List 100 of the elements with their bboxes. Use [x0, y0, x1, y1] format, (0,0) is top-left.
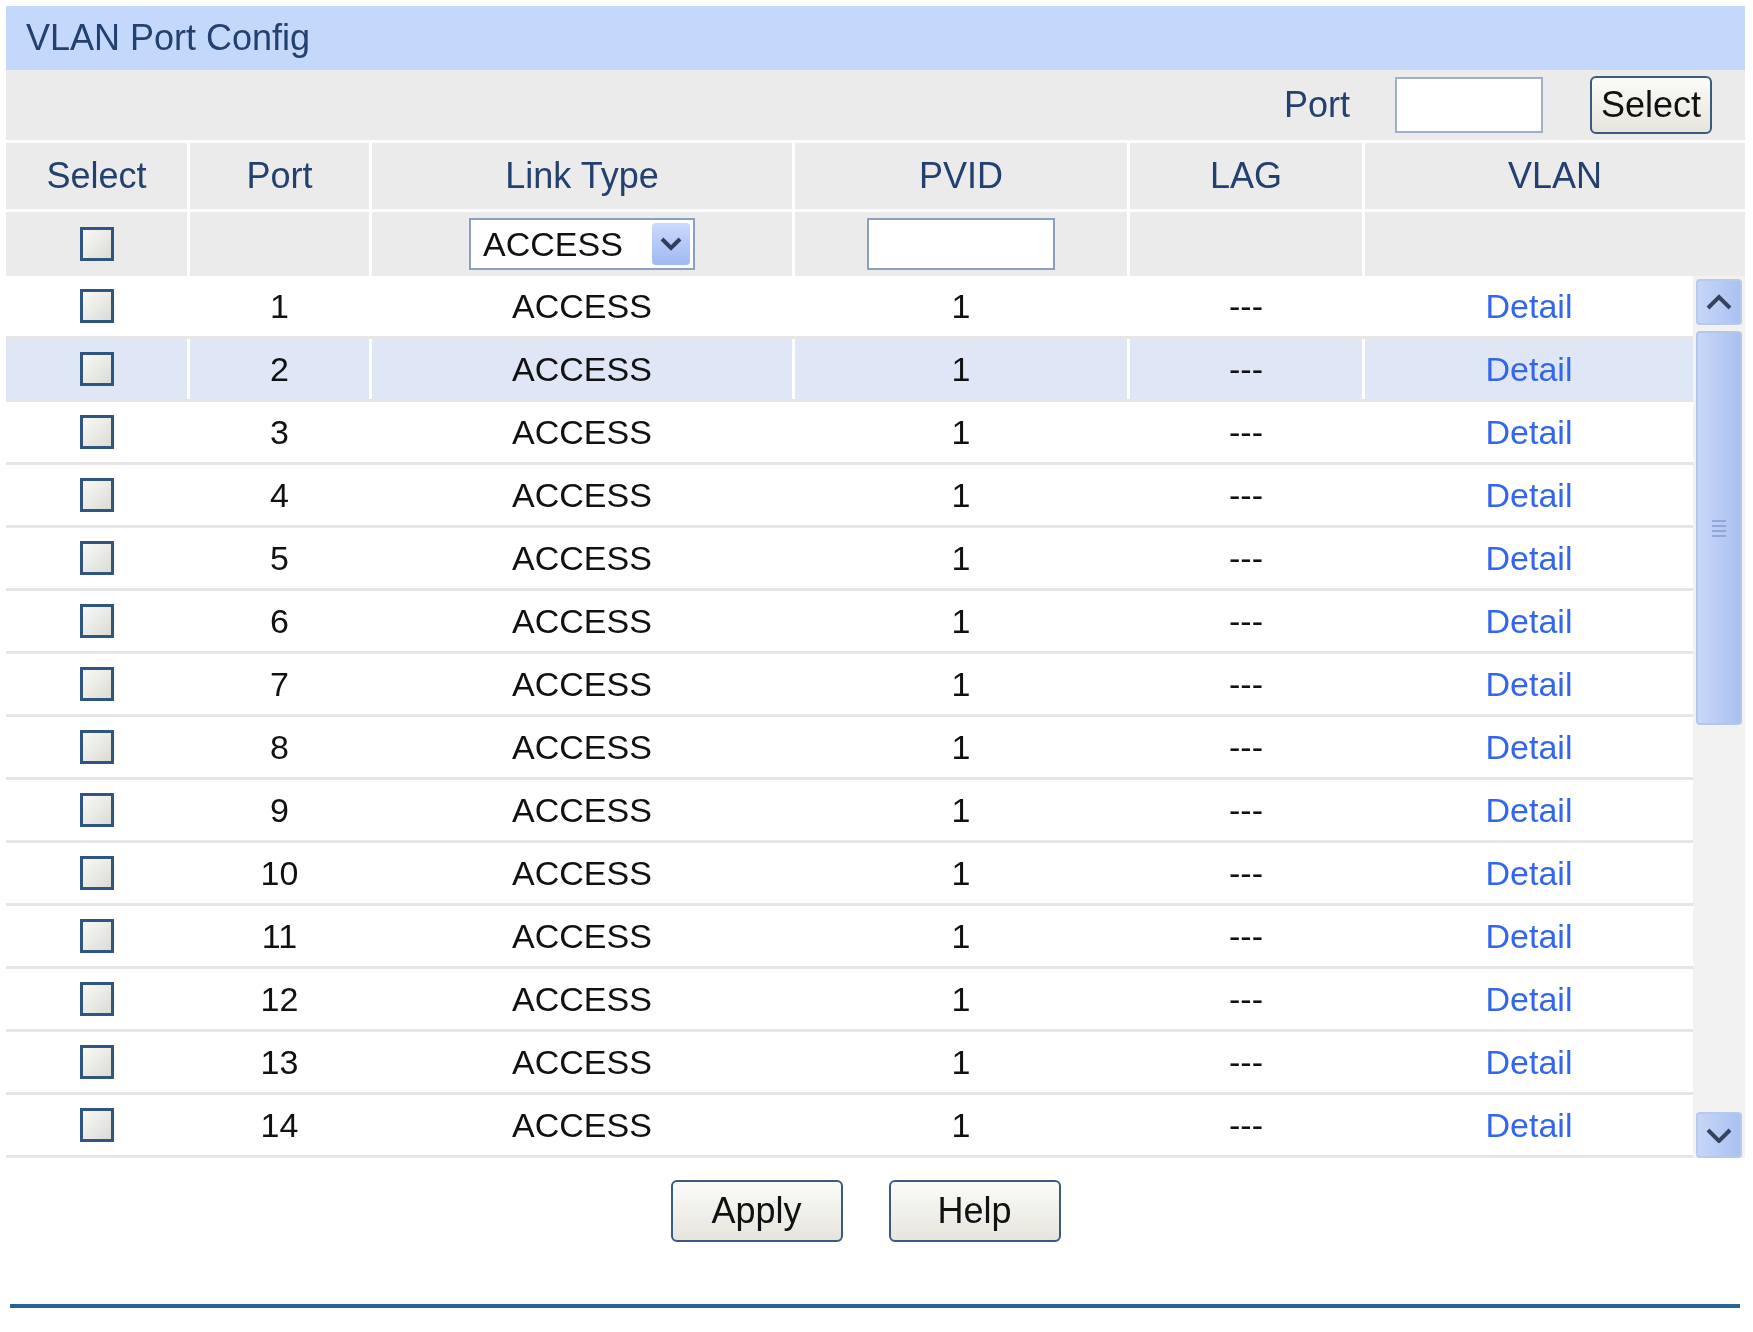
column-header: VLAN [1506, 154, 1603, 198]
link-type-text: ACCESS [512, 853, 652, 893]
select-button[interactable]: Select [1590, 76, 1712, 134]
pvid-text: 1 [951, 349, 971, 389]
scroll-down-button[interactable] [1696, 1112, 1742, 1158]
pvid-text: 1 [951, 979, 971, 1019]
detail-link[interactable]: Detail [1485, 349, 1573, 389]
detail-link[interactable]: Detail [1485, 601, 1573, 641]
port-label: Port [1283, 84, 1350, 126]
link-type-text: ACCESS [512, 1105, 652, 1145]
chevron-down-icon [1706, 1127, 1732, 1143]
lag-text: --- [1229, 349, 1263, 389]
link-type-text: ACCESS [512, 727, 652, 767]
pvid-text: 1 [951, 1105, 971, 1145]
link-type-text: ACCESS [512, 979, 652, 1019]
link-type-text: ACCESS [512, 475, 652, 515]
pvid-text: 1 [951, 727, 971, 767]
detail-link[interactable]: Detail [1485, 475, 1573, 515]
lag-text: --- [1229, 1042, 1263, 1082]
lag-text: --- [1229, 1105, 1263, 1145]
action-button[interactable]: Help [888, 1180, 1061, 1242]
column-header: Link Type [372, 143, 795, 209]
pvid-text: 1 [951, 412, 971, 452]
detail-link[interactable]: Detail [1485, 916, 1573, 956]
link-type-text: ACCESS [512, 790, 652, 830]
action-button[interactable]: Apply [670, 1180, 843, 1242]
pvid-text: 1 [951, 1042, 971, 1082]
lag-text: --- [1229, 601, 1263, 641]
scroll-up-button[interactable] [1696, 279, 1742, 325]
port-number: 8 [270, 727, 289, 767]
link-type-text: ACCESS [512, 664, 652, 704]
chevron-up-icon [1706, 294, 1732, 310]
row-checkbox[interactable] [79, 1108, 114, 1142]
detail-link[interactable]: Detail [1485, 286, 1573, 326]
port-number: 6 [270, 601, 289, 641]
pvid-text: 1 [951, 916, 971, 956]
row-checkbox[interactable] [79, 730, 114, 764]
panel-title: VLAN Port Config [26, 17, 311, 59]
pvid-text: 1 [951, 664, 971, 704]
port-number: 14 [260, 1105, 299, 1145]
row-checkbox[interactable] [79, 415, 114, 449]
link-type-text: ACCESS [512, 412, 652, 452]
select-all-checkbox[interactable] [79, 227, 114, 261]
detail-link[interactable]: Detail [1485, 412, 1573, 452]
lag-text: --- [1229, 538, 1263, 578]
detail-link[interactable]: Detail [1485, 1105, 1573, 1145]
link-type-text: ACCESS [512, 916, 652, 956]
link-type-text: ACCESS [512, 1042, 652, 1082]
pvid-text: 1 [951, 286, 971, 326]
row-checkbox[interactable] [79, 289, 114, 323]
lag-text: --- [1229, 916, 1263, 956]
grip-icon [1711, 519, 1727, 537]
link-type-dropdown[interactable]: ACCESS [469, 218, 695, 270]
detail-link[interactable]: Detail [1485, 727, 1573, 767]
row-checkbox[interactable] [79, 856, 114, 890]
lag-text: --- [1229, 664, 1263, 704]
pvid-text: 1 [951, 538, 971, 578]
row-checkbox[interactable] [79, 604, 114, 638]
pvid-text: 1 [951, 601, 971, 641]
port-number: 2 [270, 349, 289, 389]
scroll-thumb[interactable] [1696, 331, 1742, 725]
column-header: PVID [795, 143, 1130, 209]
detail-link[interactable]: Detail [1485, 1042, 1573, 1082]
link-type-text: ACCESS [512, 538, 652, 578]
row-checkbox[interactable] [79, 541, 114, 575]
pvid-text: 1 [951, 475, 971, 515]
port-number: 13 [260, 1042, 299, 1082]
link-type-text: ACCESS [512, 286, 652, 326]
row-checkbox[interactable] [79, 667, 114, 701]
detail-link[interactable]: Detail [1485, 853, 1573, 893]
port-number: 1 [270, 286, 289, 326]
column-header: LAG [1130, 143, 1365, 209]
row-checkbox[interactable] [79, 1045, 114, 1079]
port-number: 10 [260, 853, 299, 893]
row-checkbox[interactable] [79, 793, 114, 827]
pvid-input-field[interactable] [867, 218, 1055, 270]
scrollbar[interactable] [1693, 276, 1745, 1158]
lag-text: --- [1229, 286, 1263, 326]
link-type-text: ACCESS [512, 349, 652, 389]
chevron-down-icon [660, 237, 682, 251]
detail-link[interactable]: Detail [1485, 979, 1573, 1019]
row-checkbox[interactable] [79, 352, 114, 386]
detail-link[interactable]: Detail [1485, 538, 1573, 578]
port-input-field[interactable] [1395, 77, 1543, 133]
pvid-text: 1 [951, 790, 971, 830]
lag-text: --- [1229, 790, 1263, 830]
port-number: 3 [270, 412, 289, 452]
pvid-text: 1 [951, 853, 971, 893]
row-checkbox[interactable] [79, 982, 114, 1016]
row-checkbox[interactable] [79, 919, 114, 953]
port-number: 9 [270, 790, 289, 830]
lag-text: --- [1229, 853, 1263, 893]
lag-text: --- [1229, 412, 1263, 452]
detail-link[interactable]: Detail [1485, 664, 1573, 704]
column-header: Port [190, 143, 372, 209]
port-number: 11 [261, 916, 298, 956]
column-header: Select [6, 143, 190, 209]
detail-link[interactable]: Detail [1485, 790, 1573, 830]
port-number: 4 [270, 475, 289, 515]
row-checkbox[interactable] [79, 478, 114, 512]
